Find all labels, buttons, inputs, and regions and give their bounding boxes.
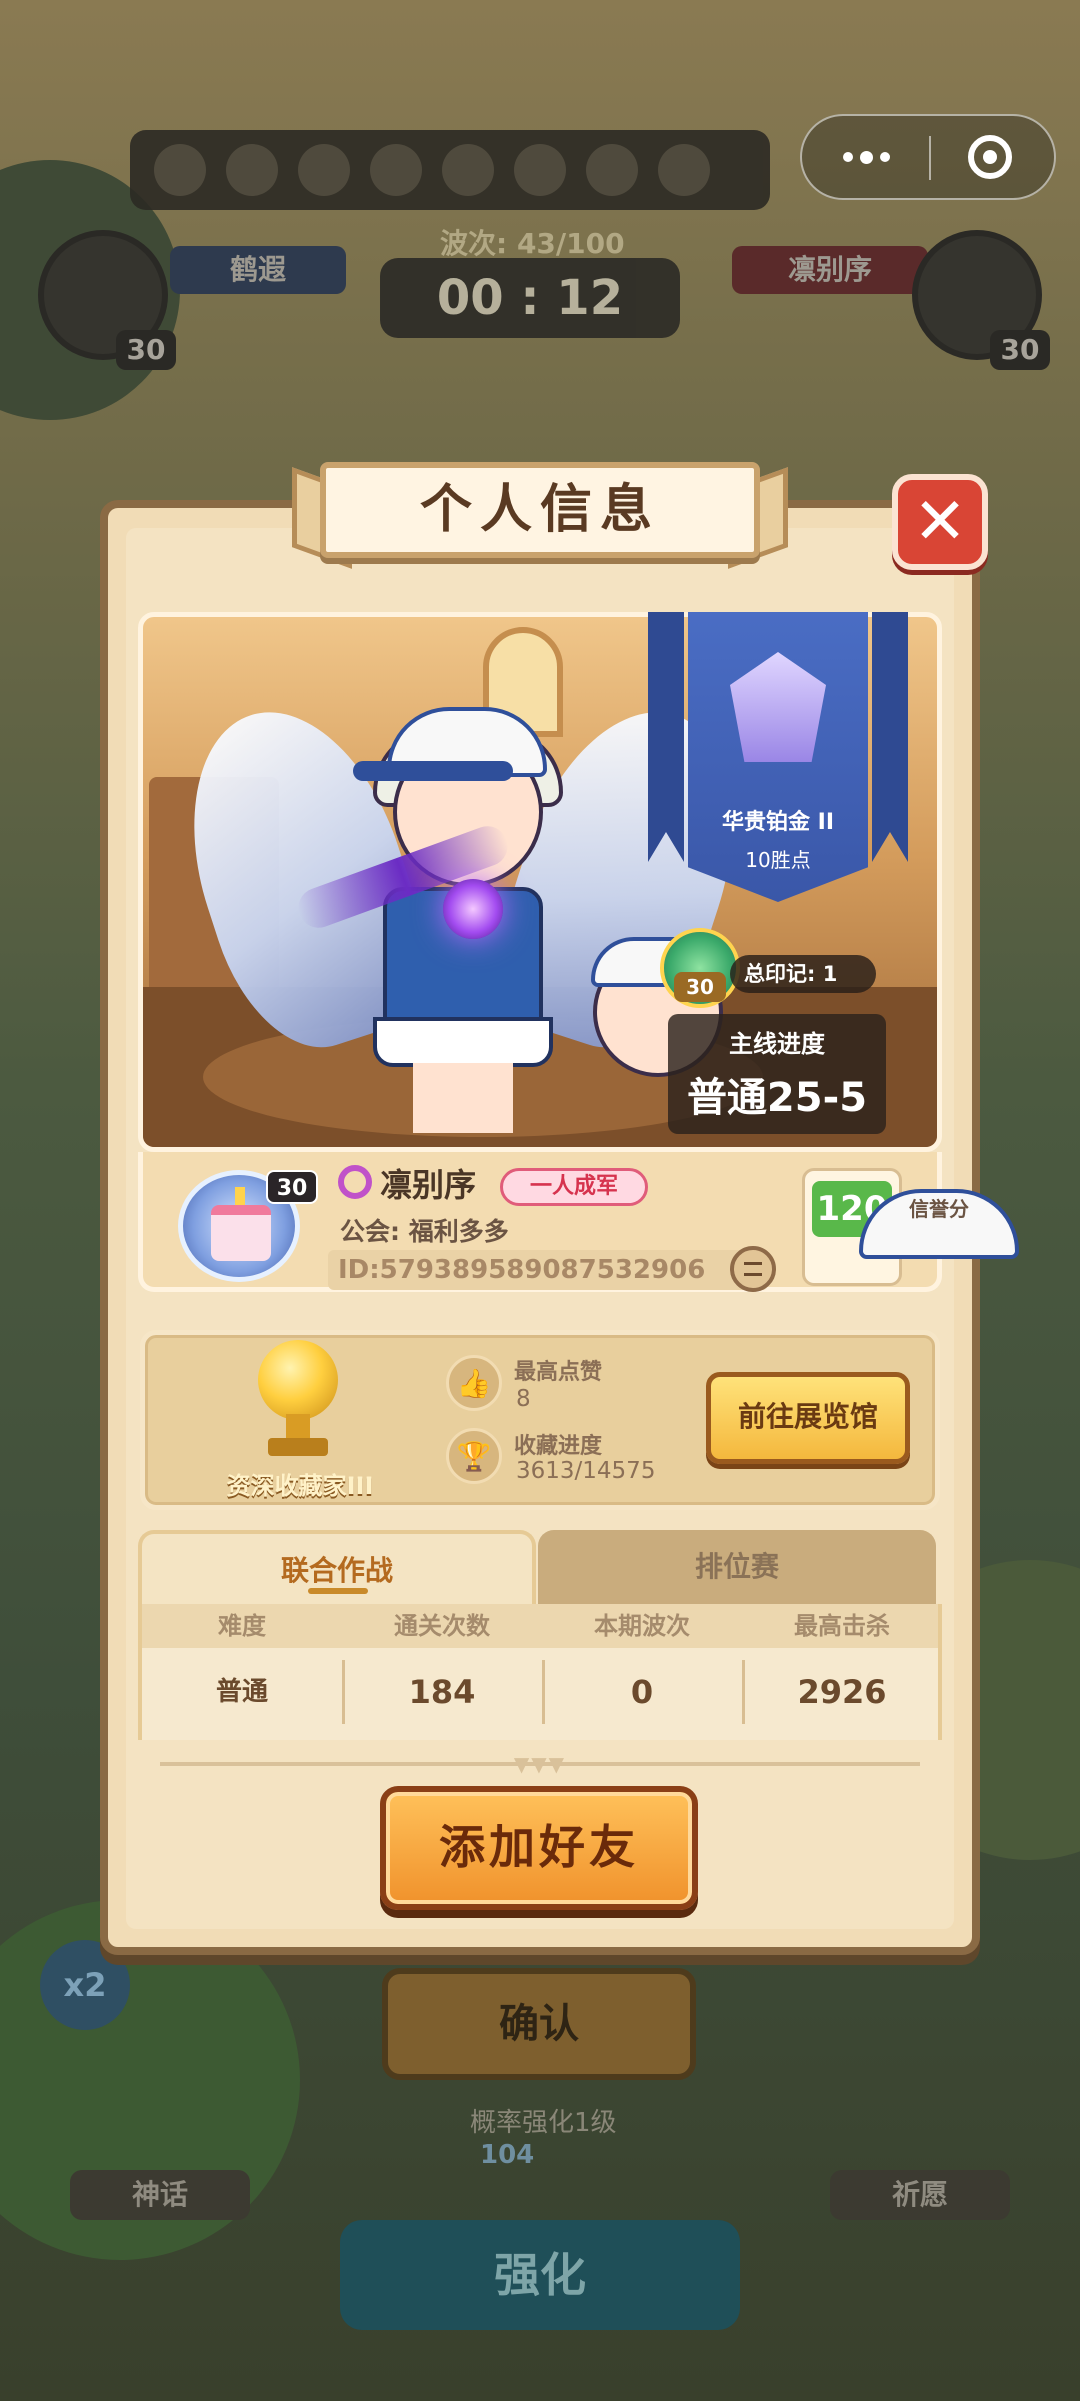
rank-points: 10胜点 bbox=[745, 848, 811, 872]
tab-ranked[interactable]: 排位赛 bbox=[538, 1530, 936, 1604]
cake-icon bbox=[211, 1205, 271, 1261]
exit-miniprogram-icon[interactable] bbox=[926, 116, 1054, 198]
player-id: ID:579389589087532906 bbox=[328, 1250, 768, 1290]
total-marks: 总印记: 1 bbox=[730, 955, 876, 993]
rank-name: 华贵铂金 II bbox=[721, 810, 835, 835]
miniprogram-capsule bbox=[800, 114, 1056, 200]
bg-unit-slot bbox=[514, 144, 566, 196]
player-level-badge: 30 bbox=[266, 1170, 318, 1204]
collection-progress-label: 收藏进度 bbox=[514, 1434, 603, 1459]
bg-unit-slot bbox=[586, 144, 638, 196]
rank-banner-side bbox=[648, 612, 684, 862]
player-name: 凛别序 bbox=[380, 1166, 477, 1204]
mode-tabs: 联合作战 排位赛 bbox=[138, 1530, 942, 1604]
bg-left-level: 30 bbox=[116, 330, 176, 370]
main-progress-label: 主线进度 bbox=[729, 1030, 825, 1058]
bg-confirm-button: 确认 bbox=[382, 1968, 696, 2080]
bg-upgrade-hint: 概率强化1级 bbox=[470, 2108, 617, 2138]
female-gender-icon bbox=[338, 1165, 372, 1199]
bg-unit-slot bbox=[154, 144, 206, 196]
stats-table-header: 难度 通关次数 本期波次 最高击杀 bbox=[142, 1604, 938, 1648]
cell-season-wave: 0 bbox=[630, 1673, 654, 1711]
go-to-gallery-button[interactable]: 前往展览馆 bbox=[706, 1372, 910, 1464]
bg-wish-label: 祈愿 bbox=[830, 2170, 1010, 2220]
bg-right-level: 30 bbox=[990, 330, 1050, 370]
bg-left-player: 鹤遐 bbox=[170, 246, 346, 294]
cell-max-kills: 2926 bbox=[797, 1673, 887, 1711]
modal-title-banner: 个人信息 bbox=[320, 462, 760, 558]
bg-right-player: 凛别序 bbox=[732, 246, 928, 294]
magic-orb bbox=[443, 879, 503, 939]
hero-skirt bbox=[373, 1017, 553, 1067]
header-max-kills: 最高击杀 bbox=[794, 1612, 890, 1640]
main-progress: 主线进度 普通25-5 bbox=[668, 1014, 886, 1134]
cell-difficulty: 普通 bbox=[215, 1677, 268, 1707]
bg-unit-bar bbox=[130, 130, 770, 210]
credit-score: 120 信誉分 bbox=[802, 1168, 1019, 1286]
bg-unit-slot bbox=[658, 144, 710, 196]
bg-wave-label: 波次: 43/100 bbox=[440, 227, 625, 260]
bg-upgrade-cost: 104 bbox=[480, 2140, 535, 2170]
more-options-icon[interactable] bbox=[802, 116, 930, 198]
bg-unit-slot bbox=[370, 144, 422, 196]
hero-cap-brim bbox=[353, 761, 513, 781]
stats-table: 难度 通关次数 本期波次 最高击杀 普通 184 0 2926 bbox=[138, 1604, 942, 1740]
header-clears: 通关次数 bbox=[394, 1612, 490, 1640]
bg-mythic-label: 神话 bbox=[70, 2170, 250, 2220]
guild-name: 公会: 福利多多 bbox=[340, 1217, 509, 1246]
player-title-tag: 一人成军 bbox=[500, 1168, 648, 1206]
add-friend-button[interactable]: 添加好友 bbox=[380, 1786, 698, 1910]
rank-banner-side bbox=[872, 612, 908, 862]
copy-id-icon[interactable] bbox=[730, 1246, 776, 1292]
trophy-icon: 🏆 bbox=[446, 1428, 502, 1484]
bg-timer: 00 : 12 bbox=[380, 258, 680, 338]
collector-title: 资深收藏家III bbox=[226, 1472, 374, 1500]
close-icon: ✕ bbox=[913, 485, 967, 559]
likes-value: 8 bbox=[516, 1386, 531, 1412]
bg-strengthen-button: 强化 bbox=[340, 2220, 740, 2330]
header-difficulty: 难度 bbox=[218, 1612, 266, 1640]
hero-legs bbox=[413, 1063, 513, 1133]
collector-trophy-icon bbox=[248, 1340, 348, 1460]
mark-badge-level: 30 bbox=[674, 972, 726, 1002]
bottom-divider: ▼▼▼ bbox=[160, 1752, 920, 1776]
active-tab-indicator bbox=[308, 1588, 368, 1594]
main-progress-value: 普通25-5 bbox=[686, 1075, 868, 1121]
modal-title: 个人信息 bbox=[419, 480, 660, 540]
likes-label: 最高点赞 bbox=[514, 1360, 603, 1385]
header-season-wave: 本期波次 bbox=[594, 1612, 690, 1640]
cell-clears: 184 bbox=[408, 1673, 476, 1711]
bg-unit-slot bbox=[226, 144, 278, 196]
bg-unit-slot bbox=[442, 144, 494, 196]
collection-progress-value: 3613/14575 bbox=[516, 1458, 656, 1484]
bg-unit-slot bbox=[298, 144, 350, 196]
close-button[interactable]: ✕ bbox=[892, 474, 988, 570]
thumbs-up-icon: 👍 bbox=[446, 1355, 502, 1411]
rank-banner: 华贵铂金 II 10胜点 bbox=[648, 612, 908, 912]
